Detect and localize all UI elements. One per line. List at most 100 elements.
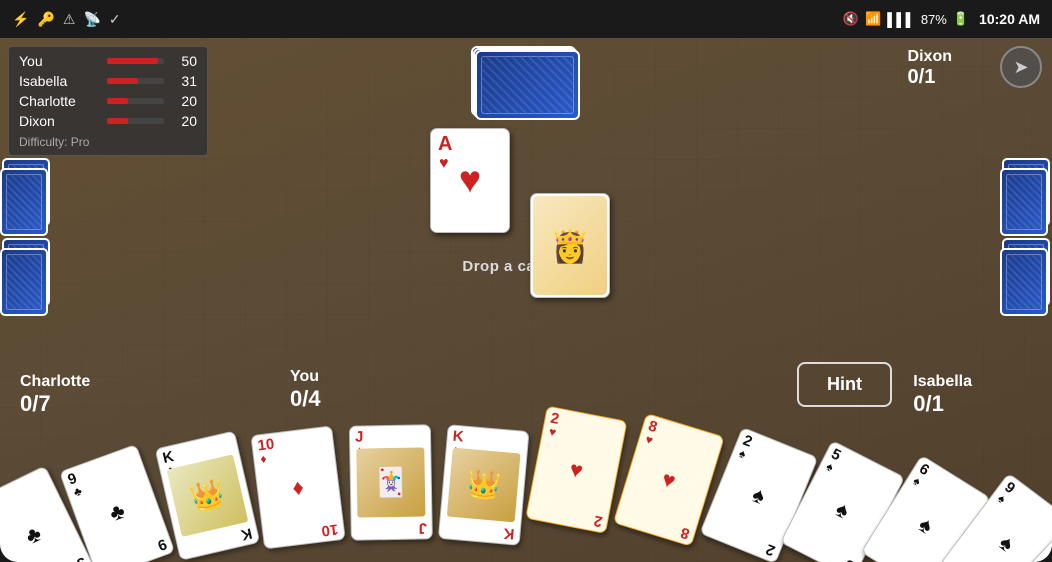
score-value-isabella: 31: [172, 73, 197, 89]
side-card-right-4: [1000, 248, 1048, 316]
check-icon: ✓: [109, 11, 121, 28]
wifi-icon: 📶: [865, 11, 881, 27]
ace-center: ♥: [459, 159, 482, 202]
usb-icon: ⚡: [12, 11, 29, 28]
card11-suit: ♠: [911, 474, 923, 488]
volume-icon: 🔇: [843, 11, 859, 27]
score-bar-charlotte-container: [107, 98, 164, 104]
card12-center: ♠: [994, 529, 1019, 557]
hint-button[interactable]: Hint: [797, 362, 892, 407]
side-cards-left: [0, 158, 52, 378]
battery-icon: 🔋: [953, 11, 969, 27]
dixon-tricks: 0/1: [908, 66, 952, 89]
status-bar: ⚡ 🔑 ⚠ 📡 ✓ 🔇 📶 ▌▌▌ 87% 🔋 10:20 AM: [0, 0, 1052, 38]
score-name-charlotte: Charlotte: [19, 93, 99, 109]
hand-card-6[interactable]: K ♦ 👑 K: [438, 424, 530, 546]
score-row-isabella: Isabella 31: [19, 73, 197, 89]
card5-face: 🃏: [356, 447, 425, 517]
clock: 10:20 AM: [979, 11, 1040, 27]
card7-center: ♥: [567, 456, 585, 484]
card2-rank-bot: 9: [155, 536, 168, 553]
card6-face: 👑: [447, 448, 521, 523]
score-row-charlotte: Charlotte 20: [19, 93, 197, 109]
score-row-dixon: Dixon 20: [19, 113, 197, 129]
card7-suit: ♥: [548, 425, 557, 438]
charlotte-tricks: 0/7: [20, 391, 90, 417]
score-bar-charlotte: [107, 98, 128, 104]
card-back-3: [475, 50, 580, 120]
card4-rank-bot: 10: [321, 521, 339, 538]
card10-suit: ♠: [824, 460, 835, 474]
card4-rank: 10: [257, 437, 275, 454]
isabella-tricks: 0/1: [913, 391, 972, 417]
player-dixon: Dixon 0/1: [908, 48, 952, 89]
hand-card-5[interactable]: J ♦ 🃏 J: [349, 424, 433, 540]
card5-rank: J: [355, 429, 364, 444]
device-frame: ⚡ 🔑 ⚠ 📡 ✓ 🔇 📶 ▌▌▌ 87% 🔋 10:20 AM You 50: [0, 0, 1052, 562]
score-value-dixon: 20: [172, 113, 197, 129]
compass-button[interactable]: ➤: [1000, 46, 1042, 88]
card10-center: ♠: [832, 496, 854, 524]
hand-card-7[interactable]: 2 ♥ ♥ 2: [525, 405, 627, 534]
player-you: You 0/4: [290, 368, 321, 412]
score-bar-dixon: [107, 118, 128, 124]
isabella-name: Isabella: [913, 373, 972, 391]
card4-center: ♦: [291, 474, 305, 501]
card2-suit: ♣: [72, 485, 84, 499]
score-value-charlotte: 20: [172, 93, 197, 109]
score-name-isabella: Isabella: [19, 73, 99, 89]
score-bar-you: [107, 58, 158, 64]
score-bar-isabella-container: [107, 78, 164, 84]
card1-center: ♣: [21, 520, 45, 550]
card3-face: 👑: [167, 454, 249, 537]
score-bar-you-container: [107, 58, 164, 64]
side-card-left-4: [0, 248, 48, 316]
score-name-dixon: Dixon: [19, 113, 99, 129]
card10-rank-bot: 5: [842, 556, 856, 562]
card8-center: ♥: [659, 466, 679, 495]
card4-suit: ♦: [260, 453, 268, 466]
card3-rank-bot: K: [240, 525, 254, 542]
game-area: You 50 Isabella 31 Charlotte 20: [0, 38, 1052, 562]
status-icons-left: ⚡ 🔑 ⚠ 📡 ✓: [12, 11, 121, 28]
score-bar-dixon-container: [107, 118, 164, 124]
card8-rank-bot: 8: [679, 524, 691, 541]
card7-rank-bot: 2: [592, 513, 603, 529]
battery-percent: 87%: [921, 12, 947, 27]
score-panel: You 50 Isabella 31 Charlotte 20: [8, 46, 208, 156]
card11-center: ♠: [914, 511, 938, 539]
queen-face-art: 👸: [533, 196, 607, 295]
alert-icon: ⚠: [63, 11, 76, 28]
deck-top: [471, 46, 581, 121]
card6-rank-bot: K: [503, 525, 515, 541]
lock-icon: 🔑: [37, 11, 54, 28]
difficulty-label: Difficulty: Pro: [19, 135, 197, 149]
score-value-you: 50: [172, 53, 197, 69]
card9-rank-bot: 2: [764, 541, 777, 558]
score-name-you: You: [19, 53, 99, 69]
status-icons-right: 🔇 📶 ▌▌▌ 87% 🔋 10:20 AM: [843, 11, 1040, 27]
score-row-you: You 50: [19, 53, 197, 69]
you-tricks: 0/4: [290, 386, 321, 412]
card2-center: ♣: [106, 497, 128, 526]
hand-container: 3 ♣ ♣ 3 9 ♣ ♣ 9 K ♣ 👑 K 10 ♦: [36, 435, 1016, 562]
you-name: You: [290, 368, 321, 386]
side-cards-right: [1000, 158, 1052, 378]
card8-suit: ♥: [644, 433, 654, 447]
wifi-off-icon: 📡: [83, 11, 100, 28]
compass-icon: ➤: [1013, 57, 1028, 78]
played-card-queen: Q ♥ 👸: [530, 193, 610, 298]
signal-icon: ▌▌▌: [887, 12, 915, 27]
dixon-name: Dixon: [908, 48, 952, 66]
hand-card-4[interactable]: 10 ♦ ♦ 10: [250, 425, 345, 549]
played-card-ace: A ♥ ♥: [430, 128, 510, 233]
side-card-left-2: [0, 168, 48, 236]
card1-rank-bot: 3: [74, 554, 88, 562]
card12-suit: ♠: [996, 492, 1008, 505]
player-isabella: Isabella 0/1: [913, 373, 972, 417]
ace-suit: ♥: [439, 155, 449, 173]
side-card-right-2: [1000, 168, 1048, 236]
card-back-stack: [471, 46, 581, 121]
card9-center: ♠: [749, 481, 770, 509]
player-charlotte: Charlotte 0/7: [20, 373, 90, 417]
